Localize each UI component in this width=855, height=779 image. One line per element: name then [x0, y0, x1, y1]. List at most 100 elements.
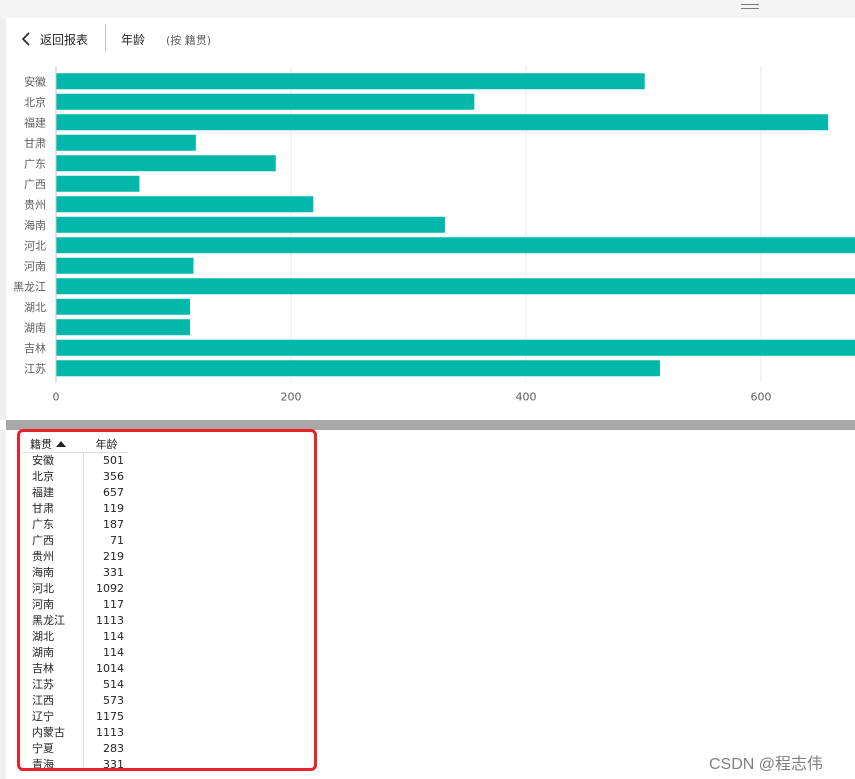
data-table: 籍贯 年龄 安徽 501 北京 356 福建 657 甘肃 119 广东 187 广西 71 贵州 219…	[22, 436, 128, 771]
cell-age: 1175	[96, 710, 124, 723]
bar[interactable]	[56, 298, 190, 315]
table-row[interactable]: 河北 1092	[22, 581, 128, 597]
table-row[interactable]: 江苏 514	[22, 677, 128, 693]
table-row[interactable]: 福建 657	[22, 485, 128, 501]
cell-province: 福建	[22, 485, 84, 501]
category-label: 福建	[24, 115, 46, 129]
bar[interactable]	[56, 73, 645, 90]
table-row[interactable]: 广东 187	[22, 517, 128, 533]
bar-chart-svg: 安徽北京福建甘肃广东广西贵州海南河北河南黑龙江湖北湖南吉林江苏 0 200 400 60…	[13, 66, 855, 404]
visual-title: 年龄	[121, 33, 146, 47]
cell-province: 江西	[22, 693, 84, 709]
cell-age: 331	[103, 566, 124, 579]
cell-age: 331	[103, 758, 124, 771]
cell-province: 河北	[22, 581, 84, 597]
sort-ascending-icon[interactable]	[56, 441, 66, 447]
category-label: 北京	[24, 95, 46, 109]
cell-age: 501	[103, 454, 124, 467]
cell-province: 北京	[22, 469, 84, 485]
bar[interactable]	[56, 114, 828, 131]
bar[interactable]	[56, 360, 660, 377]
window-top-strip	[0, 0, 855, 18]
visual-subtitle: (按 籍贯)	[166, 34, 212, 47]
cell-age: 1113	[96, 614, 124, 627]
table-row[interactable]: 贵州 219	[22, 549, 128, 565]
cell-province: 辽宁	[22, 709, 84, 725]
table-row[interactable]: 湖北 114	[22, 629, 128, 645]
cell-province: 贵州	[22, 549, 84, 565]
visual-toolbar: 返回报表 年龄 (按 籍贯)	[6, 18, 855, 60]
table-row[interactable]: 广西 71	[22, 533, 128, 549]
category-label: 湖南	[24, 321, 46, 334]
cell-age: 1113	[96, 726, 124, 739]
bar[interactable]	[56, 175, 140, 192]
cell-province: 吉林	[22, 661, 84, 677]
cell-age: 117	[103, 598, 124, 611]
table-row[interactable]: 吉林 1014	[22, 661, 128, 677]
bar[interactable]	[56, 134, 196, 151]
cell-age: 1014	[96, 662, 124, 675]
category-label: 江苏	[24, 362, 46, 375]
category-label: 吉林	[24, 341, 46, 355]
table-row[interactable]: 宁夏 283	[22, 741, 128, 757]
cell-province: 内蒙古	[22, 725, 84, 741]
cell-age: 187	[103, 518, 124, 531]
x-tick-label: 600	[751, 391, 772, 404]
category-label: 河南	[24, 260, 46, 273]
table-row[interactable]: 安徽 501	[22, 452, 128, 469]
watermark: CSDN @程志伟	[709, 756, 824, 773]
x-tick-label: 400	[516, 391, 537, 404]
table-body: 安徽 501 北京 356 福建 657 甘肃 119 广东 187 广西 71 贵州 219 海南 331 河…	[22, 452, 128, 771]
category-label: 湖北	[24, 301, 46, 314]
table-row[interactable]: 青海 331	[22, 757, 128, 771]
bar[interactable]	[56, 155, 276, 172]
table-row[interactable]: 甘肃 119	[22, 501, 128, 517]
bar[interactable]	[56, 237, 855, 254]
table-row[interactable]: 辽宁 1175	[22, 709, 128, 725]
cell-age: 514	[103, 678, 124, 691]
category-label: 黑龙江	[13, 280, 46, 293]
drag-handle-icon[interactable]	[741, 4, 759, 12]
back-to-report-button[interactable]: 返回报表	[20, 28, 88, 50]
cell-province: 黑龙江	[22, 613, 84, 629]
cell-age: 657	[103, 486, 124, 499]
bar[interactable]	[56, 278, 855, 295]
cell-province: 青海	[22, 757, 84, 768]
table-row[interactable]: 海南 331	[22, 565, 128, 581]
bar[interactable]	[56, 216, 445, 233]
table-row[interactable]: 内蒙古 1113	[22, 725, 128, 741]
back-to-report-label: 返回报表	[40, 32, 89, 47]
category-label: 甘肃	[24, 137, 46, 150]
cell-province: 广东	[22, 517, 84, 533]
table-row[interactable]: 河南 117	[22, 597, 128, 613]
toolbar-divider	[105, 24, 106, 52]
cell-province: 广西	[22, 533, 84, 549]
category-label: 安徽	[24, 74, 46, 88]
cell-province: 宁夏	[22, 741, 84, 757]
category-label: 广东	[24, 157, 46, 170]
column-header-age[interactable]: 年龄	[83, 436, 128, 453]
cell-province: 河南	[22, 597, 84, 613]
cell-province: 安徽	[22, 452, 84, 469]
column-header-province[interactable]: 籍贯	[22, 436, 84, 453]
bar[interactable]	[56, 339, 855, 356]
cell-age: 119	[103, 502, 124, 515]
cell-province: 甘肃	[22, 501, 84, 517]
x-tick-label: 200	[281, 391, 302, 404]
cell-age: 1092	[96, 582, 124, 595]
table-row[interactable]: 北京 356	[22, 469, 128, 485]
bar[interactable]	[56, 93, 475, 110]
table-row[interactable]: 湖南 114	[22, 645, 128, 661]
bar[interactable]	[56, 196, 314, 213]
bar[interactable]	[56, 257, 194, 274]
table-row[interactable]: 江西 573	[22, 693, 128, 709]
cell-age: 71	[110, 534, 124, 547]
cell-age: 356	[103, 470, 124, 483]
category-label: 河北	[24, 239, 46, 252]
bar[interactable]	[56, 319, 190, 336]
x-tick-label: 0	[53, 391, 60, 404]
table-row[interactable]: 黑龙江 1113	[22, 613, 128, 629]
left-edge-lower	[0, 430, 6, 779]
bar-chart: 安徽 北京 福建 甘肃 广东 广西 贵州 海南 河北 河南 黑龙江 湖北 湖南 吉林 江苏 0 200 400 60…	[0, 60, 855, 420]
cell-age: 219	[103, 550, 124, 563]
